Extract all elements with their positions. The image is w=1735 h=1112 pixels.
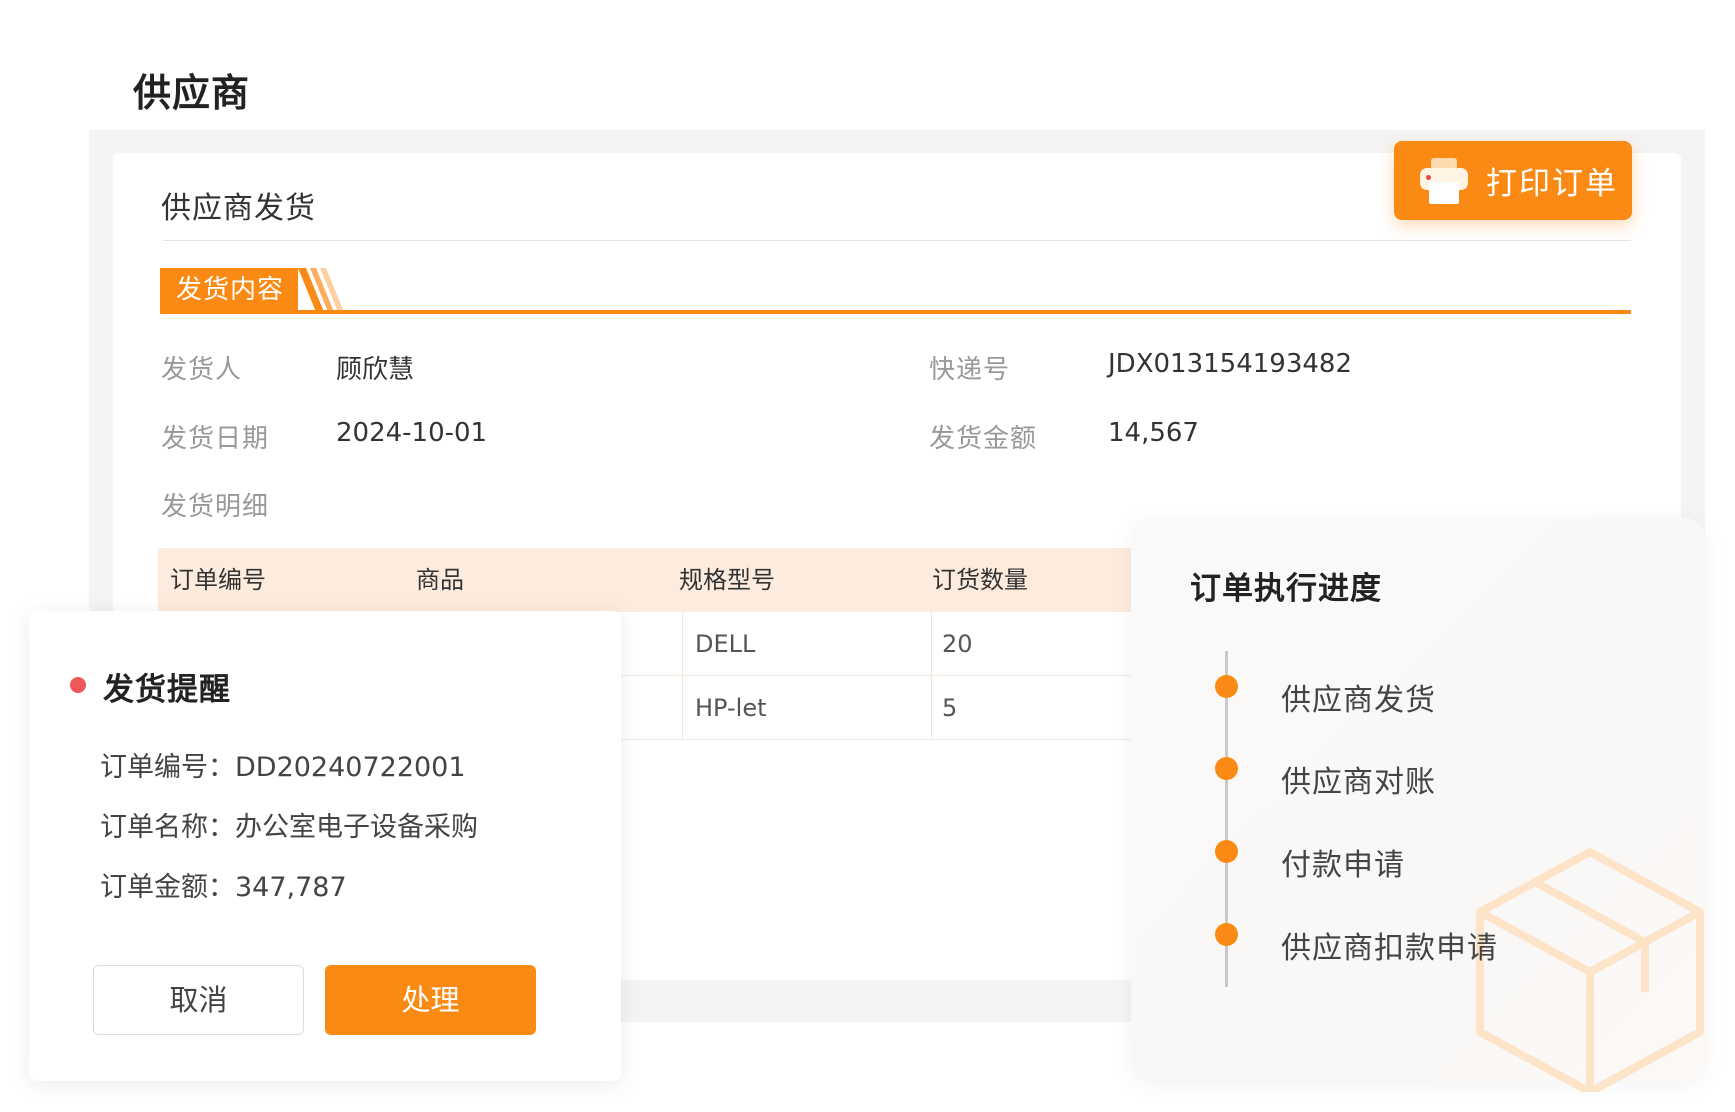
column-header: 订单编号 [170, 566, 266, 594]
section-underline [160, 310, 1631, 314]
column-header: 商品 [416, 566, 464, 594]
amount-value: 14,567 [1108, 418, 1199, 448]
timeline-step[interactable]: 供应商发货 [1281, 675, 1436, 719]
alert-dot-icon [70, 677, 86, 693]
card-divider [163, 240, 1631, 241]
print-order-label: 打印订单 [1486, 166, 1618, 202]
table-column-divider [931, 612, 932, 740]
timeline-dot [1215, 757, 1238, 780]
qty-cell: 5 [942, 694, 958, 722]
process-button[interactable]: 处理 [325, 965, 536, 1035]
page: 供应商 供应商发货 打印订单 发货内容 发货人 顾欣慧 快递号 JDX01315… [0, 0, 1735, 1112]
amount-label: 发货金额 [929, 424, 1038, 454]
date-value: 2024-10-01 [336, 418, 488, 448]
page-title: 供应商 [133, 71, 251, 115]
sender-value: 顾欣慧 [336, 355, 415, 385]
date-label: 发货日期 [161, 424, 270, 454]
tracking-label: 快递号 [929, 355, 1011, 385]
timeline-dot [1215, 923, 1238, 946]
table-column-divider [682, 612, 683, 740]
table-header: 订单编号 商品 规格型号 订货数量 [158, 548, 1138, 612]
reminder-order-name: 订单名称：办公室电子设备采购 [100, 812, 478, 843]
spec-cell: HP-let [695, 694, 767, 722]
box-icon [1476, 848, 1704, 1092]
cancel-button[interactable]: 取消 [93, 965, 304, 1035]
column-header: 规格型号 [679, 566, 775, 594]
timeline-step[interactable]: 供应商扣款申请 [1281, 923, 1498, 967]
timeline-step[interactable]: 付款申请 [1281, 840, 1405, 884]
reminder-order-no: 订单编号：DD20240722001 [100, 752, 466, 783]
timeline-step[interactable]: 供应商对账 [1281, 757, 1436, 801]
section-stripes-decoration [298, 268, 344, 312]
section-title: 发货内容 [160, 268, 298, 312]
timeline-dot [1215, 675, 1238, 698]
card-title: 供应商发货 [161, 191, 316, 226]
progress-title: 订单执行进度 [1190, 571, 1382, 607]
print-order-button[interactable]: 打印订单 [1394, 141, 1632, 220]
reminder-title: 发货提醒 [103, 672, 231, 708]
reminder-order-amount: 订单金额：347,787 [100, 872, 347, 903]
spec-cell: DELL [695, 630, 756, 658]
detail-label: 发货明细 [161, 492, 270, 522]
sender-label: 发货人 [161, 355, 243, 385]
printer-icon [1420, 156, 1468, 206]
qty-cell: 20 [942, 630, 973, 658]
column-header: 订货数量 [932, 566, 1028, 594]
tracking-value: JDX013154193482 [1108, 349, 1353, 379]
timeline-dot [1215, 840, 1238, 863]
